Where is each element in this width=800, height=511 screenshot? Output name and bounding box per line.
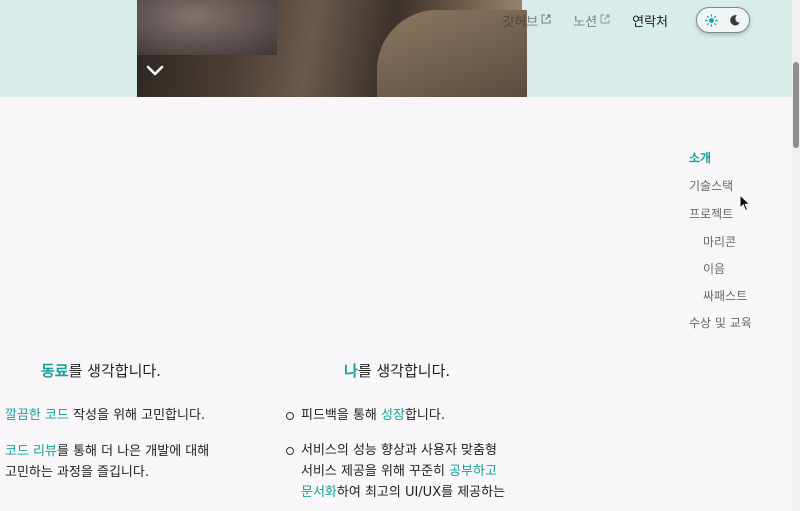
table-of-contents: 소개 기술스택 프로젝트 마리콘 이음 싸패스트 수상 및 교육 — [689, 150, 789, 343]
page-scrollbar[interactable] — [792, 0, 800, 511]
colleague-paragraph-1: 깔끔한 코드 작성을 위해 고민합니다. — [5, 408, 206, 423]
mouse-cursor-icon — [739, 194, 751, 212]
toc-item-eum[interactable]: 이음 — [689, 261, 789, 288]
moon-icon — [730, 14, 740, 25]
toc-item-awards-education[interactable]: 수상 및 교육 — [689, 315, 789, 343]
nav-github-link[interactable]: 깃허브 — [502, 11, 551, 30]
list-item: 피드백을 통해 성장합니다. — [286, 405, 536, 426]
colleague-heading: 동료를 생각합니다. — [41, 362, 161, 380]
sun-icon — [705, 13, 718, 27]
chevron-down-icon — [146, 65, 164, 76]
nav-contact-link[interactable]: 연락처 — [632, 11, 668, 30]
scrollbar-thumb[interactable] — [793, 62, 799, 148]
colleague-paragraph-2: 코드 리뷰를 통해 더 나은 개발에 대해 고민하는 과정을 즐깁니다. — [5, 444, 210, 480]
list-item: 서비스의 성능 향상과 사용자 맞춤형 서비스 제공을 위해 꾸준히 공부하고 … — [286, 440, 536, 503]
toc-item-ssafast[interactable]: 싸패스트 — [689, 288, 789, 315]
theme-toggle[interactable] — [696, 7, 750, 33]
hero-banner: 깃허브 노션 연락처 — [0, 0, 800, 97]
me-bullet-list: 피드백을 통해 성장합니다. 서비스의 성능 향상과 사용자 맞춤형 서비스 제… — [286, 405, 536, 503]
profile-photo — [137, 0, 527, 97]
toc-item-maricon[interactable]: 마리콘 — [689, 234, 789, 261]
top-navigation: 깃허브 노션 연락처 — [480, 7, 750, 33]
external-link-icon — [600, 13, 610, 28]
nav-notion-link[interactable]: 노션 — [573, 11, 610, 30]
external-link-icon — [541, 13, 551, 28]
me-heading: 나를 생각합니다. — [344, 362, 451, 380]
scroll-down-button[interactable] — [139, 54, 171, 86]
toc-item-intro[interactable]: 소개 — [689, 150, 789, 178]
